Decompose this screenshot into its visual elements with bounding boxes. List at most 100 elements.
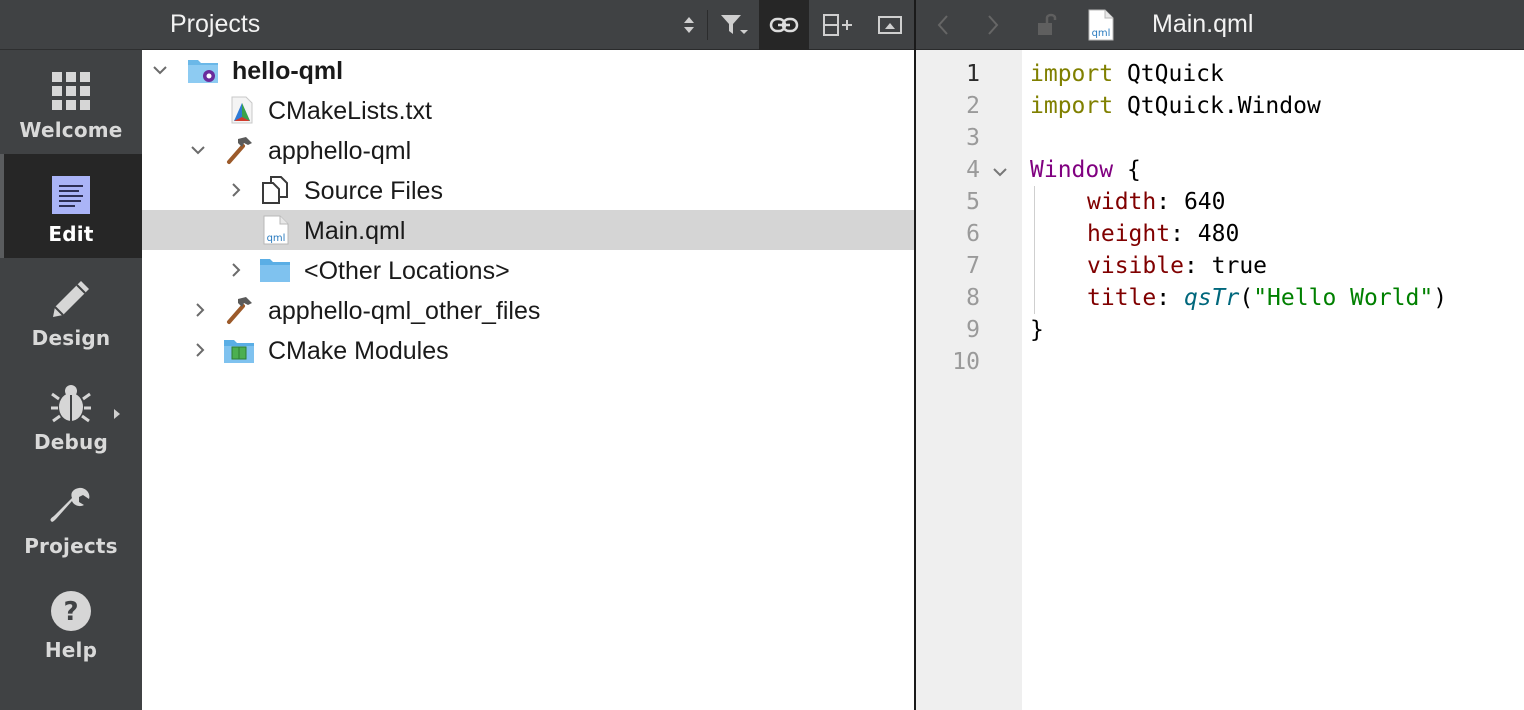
svg-text:qml: qml [267,233,286,244]
mode-help[interactable]: ? Help [0,570,142,674]
line-number: 2 [966,93,980,119]
svg-text:?: ? [63,597,78,627]
chevron-right-icon[interactable] [224,178,248,202]
tree-row-apphello-qml[interactable]: apphello-qml [142,130,915,170]
toolbar-separator [707,10,708,40]
back-icon[interactable] [930,0,956,50]
fold-chevron-icon[interactable] [992,164,1008,182]
code-text: { [1113,157,1141,183]
code-editor[interactable]: import QtQuick import QtQuick.Window Win… [1022,50,1524,710]
mode-welcome[interactable]: Welcome [0,50,142,154]
close-pane-icon[interactable] [870,0,910,50]
chevron-down-icon[interactable] [148,58,172,82]
mode-design[interactable]: Design [0,258,142,362]
grid-icon [41,66,101,116]
tree-row-cmake-modules[interactable]: CMake Modules [142,330,915,370]
mode-debug[interactable]: Debug [0,362,142,466]
tree-item-label: Main.qml [304,217,406,245]
mode-sidebar: Welcome Edit Design Debug Projects ? Hel… [0,0,142,710]
line-number: 6 [966,221,980,247]
code-line: } [1030,314,1044,346]
code-text: : 640 [1156,189,1226,215]
tree-item-label: apphello-qml [268,137,412,165]
tree-item-label: CMake Modules [268,337,449,365]
property-name: width [1087,189,1157,215]
line-number: 4 [966,157,980,183]
code-text: : [1156,285,1184,311]
qml-file-icon: qml [1082,0,1118,50]
line-number: 7 [966,253,980,279]
cmake-icon [224,94,258,126]
submenu-arrow-icon[interactable] [114,409,120,419]
pencil-icon [41,274,101,324]
filter-icon[interactable] [714,0,754,50]
mode-label: Welcome [19,118,123,142]
qml-file-icon: qml [258,214,292,246]
code-line: width: 640 [1087,186,1226,218]
chevron-right-icon[interactable] [188,298,212,322]
split-add-icon[interactable] [818,0,858,50]
tree-row-apphello-qml-other-files[interactable]: apphello-qml_other_files [142,290,915,330]
mode-label: Help [44,638,98,662]
type-name: Window [1030,157,1114,183]
wrench-icon [41,482,101,532]
keyword: import [1030,61,1114,87]
project-tree: hello-qml CMakeLists.txt apphello-qml So… [142,50,915,710]
line-number: 3 [966,125,980,151]
editor-toolbar: qml Main.qml [916,0,1524,50]
chevron-right-icon[interactable] [224,258,248,282]
code-text: ) [1433,285,1448,311]
tree-row-source-files[interactable]: Source Files [142,170,915,210]
mode-sidebar-top [0,0,142,50]
document-selector[interactable]: Main.qml [1152,10,1253,39]
line-number-gutter: 1 2 3 4 5 6 7 8 9 10 [916,50,1022,710]
mode-projects[interactable]: Projects [0,466,142,570]
tree-row-other-locations[interactable]: <Other Locations> [142,250,915,290]
tree-item-label: <Other Locations> [304,257,510,285]
code-line: import QtQuick.Window [1030,90,1321,122]
line-number: 9 [966,317,980,343]
chevron-down-icon[interactable] [186,138,210,162]
code-line: height: 480 [1087,218,1239,250]
line-number: 8 [966,285,980,311]
tree-item-label: Source Files [304,177,443,205]
sort-updown-icon[interactable] [674,0,704,50]
code-text: } [1030,317,1044,343]
folder-icon [258,254,292,286]
function-name: qsTr [1183,285,1240,311]
code-text: ( [1239,285,1254,311]
project-pane-header: Projects [142,0,915,50]
code-line: import QtQuick [1030,58,1224,90]
mode-label: Projects [24,534,118,558]
file-icon-text: qml [1092,28,1111,39]
document-edit-icon [41,170,101,220]
property-name: visible [1087,253,1184,279]
chevron-right-icon[interactable] [188,338,212,362]
link-icon[interactable] [759,0,809,50]
lock-icon[interactable] [1032,0,1062,50]
tree-item-label: apphello-qml_other_files [268,297,541,325]
property-name: title [1087,285,1157,311]
indent-guide [1034,186,1035,314]
source-files-icon [258,174,292,206]
tree-row-main-qml[interactable]: qml Main.qml [142,210,915,250]
mode-edit[interactable]: Edit [0,154,142,258]
forward-icon[interactable] [980,0,1006,50]
code-line: Window { [1030,154,1141,186]
project-folder-icon [186,54,220,86]
line-number: 5 [966,189,980,215]
cmake-modules-icon [222,334,256,366]
code-text: QtQuick.Window [1113,93,1321,119]
line-number: 1 [966,61,980,87]
hammer-icon [222,294,256,326]
tree-row-hello-qml[interactable]: hello-qml [142,50,915,90]
code-text: QtQuick [1113,61,1224,87]
code-line: visible: true [1087,250,1267,282]
mode-label: Edit [48,222,94,246]
line-number: 10 [952,349,980,375]
code-line: title: qsTr("Hello World") [1087,282,1447,314]
code-text: : true [1183,253,1268,279]
pane-title-selector[interactable]: Projects [170,10,260,39]
tree-row-cmakelists[interactable]: CMakeLists.txt [142,90,915,130]
bug-icon [41,378,101,428]
